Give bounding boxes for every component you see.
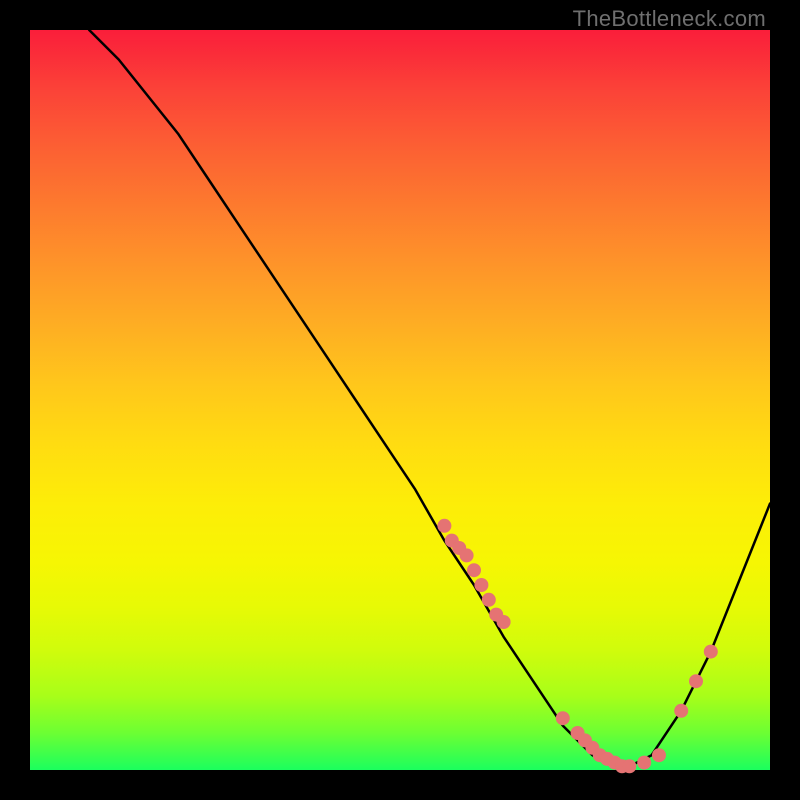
data-marker bbox=[474, 578, 488, 592]
data-marker bbox=[637, 756, 651, 770]
bottleneck-curve bbox=[89, 30, 770, 770]
data-marker bbox=[704, 645, 718, 659]
data-marker bbox=[460, 548, 474, 562]
data-marker bbox=[437, 519, 451, 533]
data-marker bbox=[497, 615, 511, 629]
data-marker bbox=[674, 704, 688, 718]
data-marker bbox=[652, 748, 666, 762]
chart-frame: TheBottleneck.com bbox=[0, 0, 800, 800]
data-marker bbox=[689, 674, 703, 688]
chart-svg bbox=[30, 30, 770, 770]
plot-area bbox=[30, 30, 770, 770]
data-markers bbox=[437, 519, 717, 774]
data-marker bbox=[556, 711, 570, 725]
watermark-text: TheBottleneck.com bbox=[573, 6, 766, 32]
data-marker bbox=[622, 759, 636, 773]
data-marker bbox=[482, 593, 496, 607]
data-marker bbox=[467, 563, 481, 577]
